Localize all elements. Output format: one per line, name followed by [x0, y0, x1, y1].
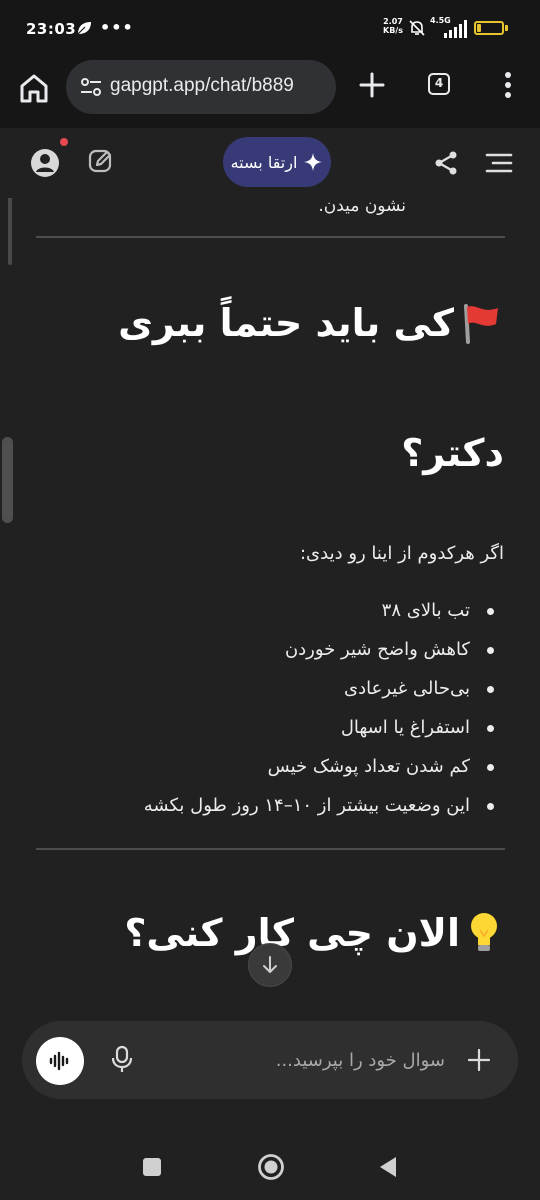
list-item: کم شدن تعداد پوشک خیس — [144, 752, 495, 791]
scrollbar-track[interactable] — [8, 198, 12, 265]
chat-header: ارتقا بسته — [0, 128, 540, 198]
status-time: 23:03 — [26, 20, 77, 38]
status-bar: 23:03 ••• 2.07 KB/s 4.5G 17 — [0, 0, 540, 58]
back-triangle-icon[interactable] — [378, 1155, 398, 1179]
intro-paragraph: اگر هرکدوم از اینا رو دیدی: — [299, 543, 504, 564]
plus-icon[interactable] — [466, 1047, 492, 1073]
list-item: این وضعیت بیشتر از ۱۰–۱۴ روز طول بکشه — [144, 791, 495, 830]
flag-icon — [464, 304, 498, 344]
home-circle-icon[interactable] — [257, 1153, 285, 1181]
symptom-list: تب بالای ۳۸ کاهش واضح شیر خوردن بی‌حالی … — [144, 596, 495, 830]
divider — [36, 236, 505, 238]
voice-mode-button[interactable] — [36, 1037, 84, 1085]
list-item: استفراغ یا اسهال — [144, 713, 495, 752]
mic-icon[interactable] — [110, 1045, 134, 1073]
network-speed: 2.07 KB/s — [383, 17, 403, 35]
browser-toolbar: gapgpt.app/chat/b889 4 — [0, 58, 540, 128]
list-item: کاهش واضح شیر خوردن — [144, 635, 495, 674]
heading-text: کی باید حتماً ببری — [118, 301, 454, 345]
chat-message-area[interactable]: نشون میدن. کی باید حتماً ببری دکتر؟ اگر … — [0, 198, 540, 1020]
voice-waveform-icon — [49, 1051, 69, 1071]
scroll-to-bottom-button[interactable] — [248, 943, 292, 987]
address-bar[interactable]: gapgpt.app/chat/b889 — [66, 60, 336, 114]
lightbulb-icon — [471, 913, 497, 951]
tab-count: 4 — [434, 76, 444, 90]
list-item: بی‌حالی غیرعادی — [144, 674, 495, 713]
mute-bell-icon — [409, 20, 425, 36]
message-input[interactable] — [152, 1043, 445, 1077]
network-speed-unit: KB/s — [383, 26, 403, 35]
url-text[interactable]: gapgpt.app/chat/b889 — [110, 75, 336, 97]
battery-percent: 17 — [482, 23, 496, 33]
kebab-menu-icon[interactable] — [500, 71, 516, 99]
arrow-down-icon — [263, 956, 277, 973]
status-more: ••• — [100, 18, 134, 37]
share-icon[interactable] — [432, 149, 460, 177]
account-icon[interactable] — [30, 148, 60, 178]
upgrade-label: ارتقا بسته — [230, 152, 298, 172]
divider — [36, 848, 505, 850]
tune-icon[interactable] — [80, 77, 102, 97]
notification-dot — [60, 138, 68, 146]
list-item: تب بالای ۳۸ — [144, 596, 495, 635]
battery-cap — [505, 25, 508, 31]
system-nav-bar — [0, 1128, 540, 1200]
upgrade-button[interactable]: ارتقا بسته — [223, 137, 331, 187]
heading-text: الان چی کار کنی؟ — [124, 911, 460, 955]
recent-apps-icon[interactable] — [143, 1158, 161, 1176]
message-composer — [22, 1021, 518, 1099]
leaf-icon — [77, 22, 91, 35]
new-tab-plus-icon[interactable] — [356, 69, 388, 101]
heading-when-doctor-cont: دکتر؟ — [401, 431, 504, 475]
tabs-icon[interactable]: 4 — [428, 73, 450, 95]
heading-what-now: الان چی کار کنی؟ — [124, 910, 504, 956]
previous-line: نشون میدن. — [318, 198, 406, 216]
home-icon[interactable] — [16, 70, 52, 106]
sparkle-icon — [304, 153, 323, 171]
signal-icon — [444, 20, 467, 38]
heading-text: دکتر؟ — [401, 431, 504, 475]
heading-when-doctor: کی باید حتماً ببری — [118, 300, 504, 346]
scrollbar-thumb[interactable] — [2, 437, 13, 523]
edit-icon[interactable] — [88, 148, 114, 174]
network-speed-value: 2.07 — [383, 17, 403, 26]
hamburger-icon[interactable] — [484, 148, 514, 178]
